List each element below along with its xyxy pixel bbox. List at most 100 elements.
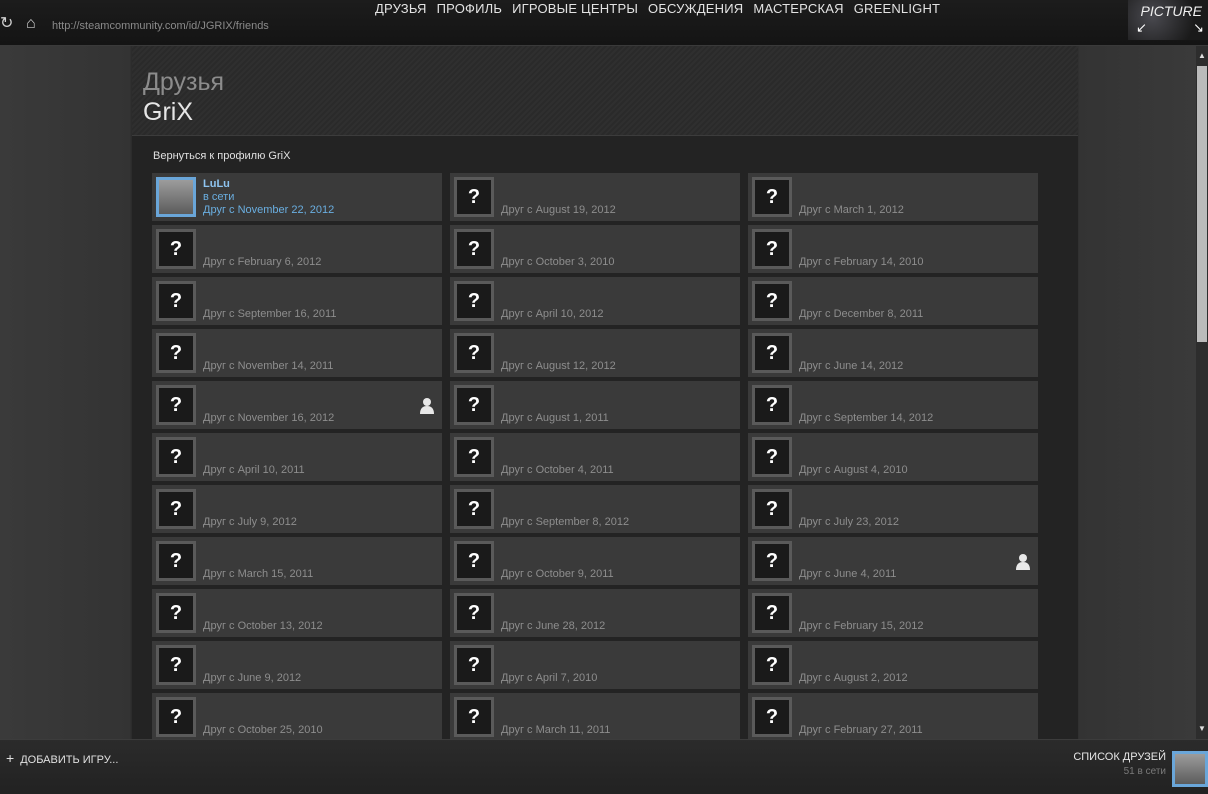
- scroll-up-icon[interactable]: ▲: [1196, 48, 1208, 64]
- unknown-avatar-icon[interactable]: ?: [156, 645, 196, 685]
- friend-card[interactable]: ? Друг с February 15, 2012: [748, 589, 1038, 637]
- scroll-down-icon[interactable]: ▼: [1196, 721, 1208, 737]
- friend-card[interactable]: ? Друг с March 15, 2011: [152, 537, 442, 585]
- friend-card[interactable]: ? Друг с April 7, 2010: [450, 641, 740, 689]
- friend-since: Друг с September 16, 2011: [203, 308, 337, 320]
- friend-since: Друг с September 14, 2012: [799, 412, 934, 424]
- friend-since: Друг с March 11, 2011: [501, 724, 611, 736]
- friend-card[interactable]: ? Друг с April 10, 2011: [152, 433, 442, 481]
- unknown-avatar-icon[interactable]: ?: [752, 177, 792, 217]
- menu-item-friends[interactable]: ДРУЗЬЯ: [375, 1, 427, 16]
- menu-item-game-hubs[interactable]: ИГРОВЫЕ ЦЕНТРЫ: [512, 1, 638, 16]
- picture-in-picture[interactable]: PICTURE ↙ ↘: [1128, 0, 1208, 40]
- unknown-avatar-icon[interactable]: ?: [156, 697, 196, 737]
- friend-card[interactable]: ? Друг с July 9, 2012: [152, 485, 442, 533]
- friend-card[interactable]: LuLu в сети Друг с November 22, 2012: [152, 173, 442, 221]
- menu-item-greenlight[interactable]: GREENLIGHT: [854, 1, 941, 16]
- friend-card[interactable]: ? Друг с February 14, 2010: [748, 225, 1038, 273]
- menu-item-workshop[interactable]: МАСТЕРСКАЯ: [753, 1, 843, 16]
- friend-card[interactable]: ? Друг с October 9, 2011: [450, 537, 740, 585]
- unknown-avatar-icon[interactable]: ?: [752, 593, 792, 633]
- content-panel: Друзья GriX Вернуться к профилю GriX LuL…: [132, 46, 1078, 739]
- unknown-avatar-icon[interactable]: ?: [156, 489, 196, 529]
- unknown-avatar-icon[interactable]: ?: [752, 541, 792, 581]
- friend-card[interactable]: ? Друг с November 16, 2012: [152, 381, 442, 429]
- friend-card[interactable]: ? Друг с April 10, 2012: [450, 277, 740, 325]
- unknown-avatar-icon[interactable]: ?: [156, 281, 196, 321]
- friend-card[interactable]: ? Друг с October 25, 2010: [152, 693, 442, 739]
- unknown-avatar-icon[interactable]: ?: [454, 385, 494, 425]
- add-game-button[interactable]: + ДОБАВИТЬ ИГРУ...: [6, 750, 118, 766]
- refresh-icon[interactable]: ↻: [0, 16, 13, 32]
- unknown-avatar-icon[interactable]: ?: [454, 593, 494, 633]
- unknown-avatar-icon[interactable]: ?: [156, 593, 196, 633]
- unknown-avatar-icon[interactable]: ?: [752, 697, 792, 737]
- friend-card[interactable]: ? Друг с February 27, 2011: [748, 693, 1038, 739]
- friend-since: Друг с June 28, 2012: [501, 620, 606, 632]
- unknown-avatar-icon[interactable]: ?: [752, 333, 792, 373]
- unknown-avatar-icon[interactable]: ?: [454, 177, 494, 217]
- friends-list-button[interactable]: СПИСОК ДРУЗЕЙ 51 в сети: [1073, 751, 1166, 777]
- friend-card[interactable]: ? Друг с August 19, 2012: [450, 173, 740, 221]
- unknown-avatar-icon[interactable]: ?: [454, 645, 494, 685]
- url-display[interactable]: http://steamcommunity.com/id/JGRIX/frien…: [52, 20, 269, 32]
- friend-card[interactable]: ? Друг с October 13, 2012: [152, 589, 442, 637]
- home-icon[interactable]: ⌂: [26, 16, 36, 32]
- unknown-avatar-icon[interactable]: ?: [752, 229, 792, 269]
- friend-card[interactable]: ? Друг с August 2, 2012: [748, 641, 1038, 689]
- friend-card[interactable]: ? Друг с September 16, 2011: [152, 277, 442, 325]
- unknown-avatar-icon[interactable]: ?: [752, 489, 792, 529]
- unknown-avatar-icon[interactable]: ?: [156, 385, 196, 425]
- unknown-avatar-icon[interactable]: ?: [454, 333, 494, 373]
- friend-since: Друг с October 25, 2010: [203, 724, 323, 736]
- friends-grid: LuLu в сети Друг с November 22, 2012? Друг …: [152, 173, 1038, 739]
- expand-arrow-icon[interactable]: ↘: [1193, 20, 1204, 36]
- unknown-avatar-icon[interactable]: ?: [454, 437, 494, 477]
- friend-avatar[interactable]: [156, 177, 196, 217]
- friend-card[interactable]: ? Друг с December 8, 2011: [748, 277, 1038, 325]
- unknown-avatar-icon[interactable]: ?: [454, 281, 494, 321]
- friend-card[interactable]: ? Друг с September 14, 2012: [748, 381, 1038, 429]
- user-avatar[interactable]: [1172, 751, 1208, 787]
- scrollbar[interactable]: ▲ ▼: [1196, 46, 1208, 739]
- friend-card[interactable]: ? Друг с November 14, 2011: [152, 329, 442, 377]
- unknown-avatar-icon[interactable]: ?: [156, 541, 196, 581]
- friend-card[interactable]: ? Друг с February 6, 2012: [152, 225, 442, 273]
- menu-item-discussions[interactable]: ОБСУЖДЕНИЯ: [648, 1, 743, 16]
- unknown-avatar-icon[interactable]: ?: [752, 281, 792, 321]
- friend-card[interactable]: ? Друг с June 28, 2012: [450, 589, 740, 637]
- friend-card[interactable]: ? Друг с March 11, 2011: [450, 693, 740, 739]
- back-to-profile-link[interactable]: Вернуться к профилю GriX: [153, 150, 290, 162]
- friend-card[interactable]: ? Друг с March 1, 2012: [748, 173, 1038, 221]
- friend-card[interactable]: ? Друг с October 4, 2011: [450, 433, 740, 481]
- friend-name[interactable]: LuLu: [203, 178, 230, 190]
- friend-card[interactable]: ? Друг с August 12, 2012: [450, 329, 740, 377]
- page-subtitle: Друзья: [143, 68, 225, 96]
- unknown-avatar-icon[interactable]: ?: [752, 385, 792, 425]
- scrollbar-thumb[interactable]: [1197, 66, 1207, 342]
- friend-since: Друг с August 12, 2012: [501, 360, 616, 372]
- friend-card[interactable]: ? Друг с October 3, 2010: [450, 225, 740, 273]
- friend-card[interactable]: ? Друг с June 4, 2011: [748, 537, 1038, 585]
- friend-since: Друг с April 10, 2012: [501, 308, 604, 320]
- unknown-avatar-icon[interactable]: ?: [454, 697, 494, 737]
- unknown-avatar-icon[interactable]: ?: [752, 437, 792, 477]
- unknown-avatar-icon[interactable]: ?: [156, 333, 196, 373]
- unknown-avatar-icon[interactable]: ?: [454, 489, 494, 529]
- friend-card[interactable]: ? Друг с June 14, 2012: [748, 329, 1038, 377]
- unknown-avatar-icon[interactable]: ?: [454, 229, 494, 269]
- friend-card[interactable]: ? Друг с September 8, 2012: [450, 485, 740, 533]
- shrink-arrow-icon[interactable]: ↙: [1136, 20, 1147, 36]
- menu-item-profile[interactable]: ПРОФИЛЬ: [437, 1, 503, 16]
- main-menu: ДРУЗЬЯ ПРОФИЛЬ ИГРОВЫЕ ЦЕНТРЫ ОБСУЖДЕНИЯ…: [375, 1, 940, 16]
- friend-card[interactable]: ? Друг с August 4, 2010: [748, 433, 1038, 481]
- friend-card[interactable]: ? Друг с July 23, 2012: [748, 485, 1038, 533]
- friend-since: Друг с November 14, 2011: [203, 360, 334, 372]
- unknown-avatar-icon[interactable]: ?: [752, 645, 792, 685]
- friend-card[interactable]: ? Друг с August 1, 2011: [450, 381, 740, 429]
- unknown-avatar-icon[interactable]: ?: [454, 541, 494, 581]
- unknown-avatar-icon[interactable]: ?: [156, 229, 196, 269]
- friend-since: Друг с February 27, 2011: [799, 724, 923, 736]
- unknown-avatar-icon[interactable]: ?: [156, 437, 196, 477]
- friend-card[interactable]: ? Друг с June 9, 2012: [152, 641, 442, 689]
